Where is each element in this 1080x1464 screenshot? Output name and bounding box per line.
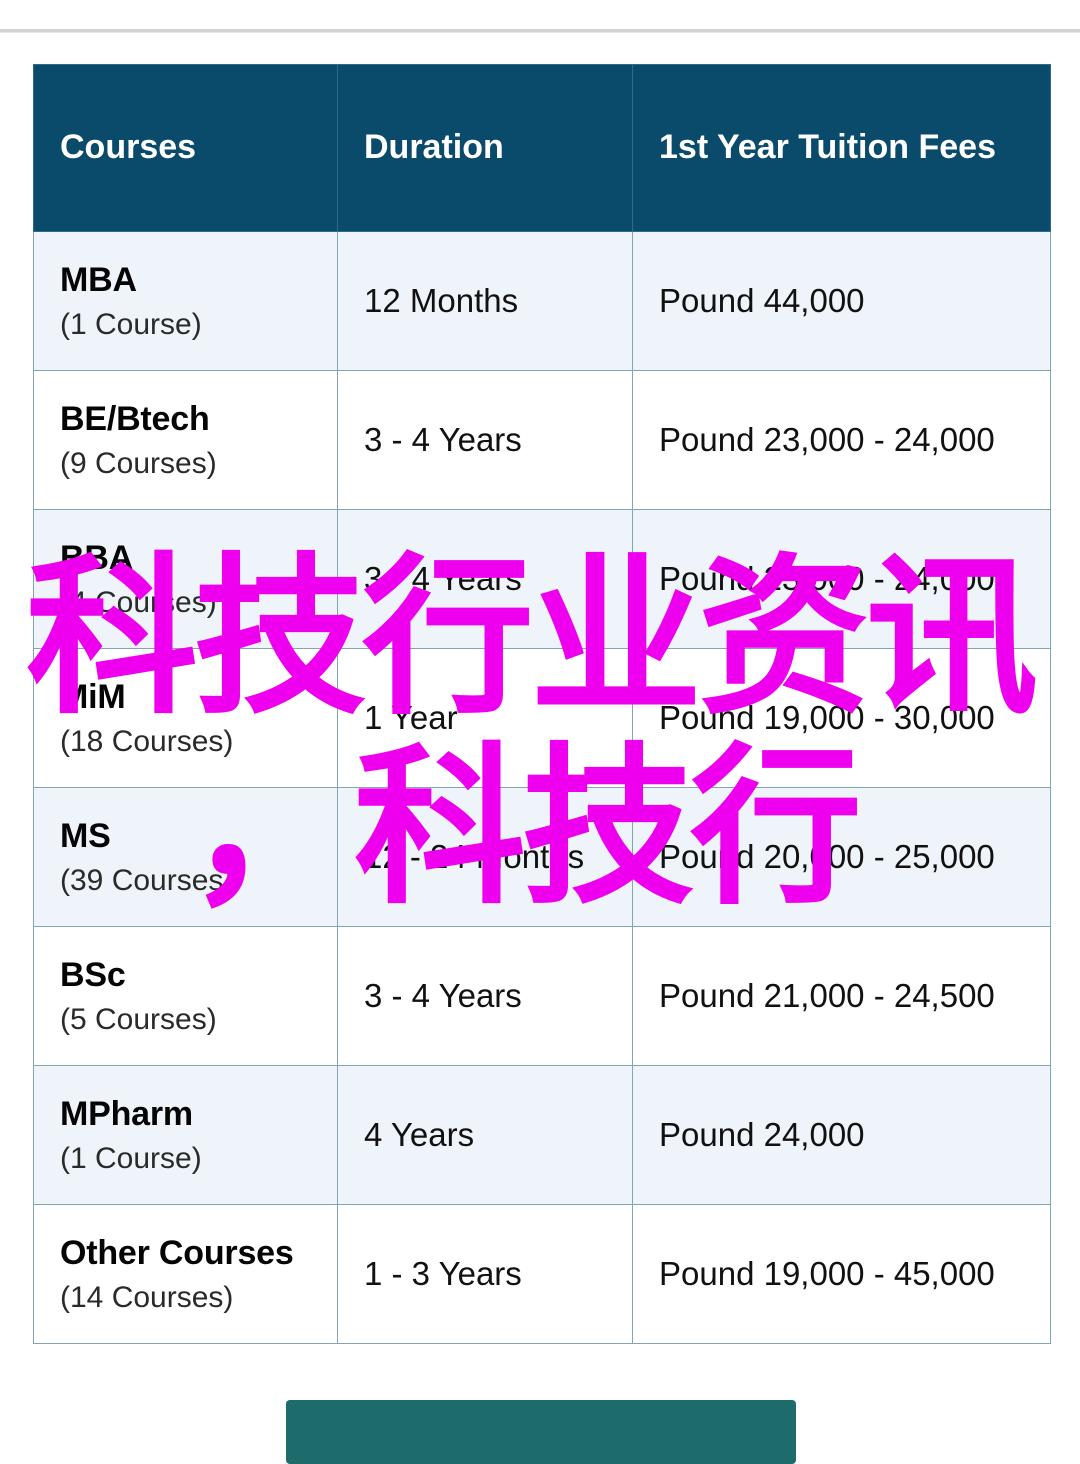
cell-course: MPharm (1 Course): [33, 1065, 338, 1205]
cell-duration: 12 Months: [337, 231, 633, 371]
tuition-fee-value: Pound 23,000 - 24,000: [659, 420, 995, 458]
cell-tuition-fees: Pound 20,000 - 25,000: [632, 787, 1051, 927]
cell-course: Other Courses (14 Courses): [33, 1204, 338, 1344]
cell-duration: 3 - 4 Years: [337, 370, 633, 510]
cell-tuition-fees: Pound 19,000 - 45,000: [632, 1204, 1051, 1344]
course-count: (39 Courses): [60, 863, 234, 897]
cell-tuition-fees: Pound 44,000: [632, 231, 1051, 371]
course-name: Other Courses: [60, 1234, 294, 1273]
course-count: (14 Courses): [60, 1280, 234, 1314]
cell-course: MiM (18 Courses): [33, 648, 338, 788]
tuition-fee-value: Pound 21,000 - 24,500: [659, 976, 995, 1014]
course-name: MiM: [60, 678, 126, 717]
cell-duration: 4 Years: [337, 1065, 633, 1205]
column-header-duration: Duration: [337, 64, 633, 232]
course-count: (1 Course): [60, 307, 202, 341]
duration-value: 3 - 4 Years: [364, 420, 522, 458]
table-row: BSc (5 Courses) 3 - 4 Years Pound 21,000 - …: [33, 926, 1051, 1066]
table-row: MiM (18 Courses) 1 Year Pound 19,000 - 30,0…: [33, 648, 1051, 788]
duration-value: 1 Year: [364, 698, 458, 736]
course-fees-table-container: Courses Duration 1st Year Tuition Fees M…: [33, 64, 1051, 1344]
duration-value: 3 - 4 Years: [364, 976, 522, 1014]
course-count: (9 Courses): [60, 446, 217, 480]
duration-value: 1 - 3 Years: [364, 1254, 522, 1292]
column-header-courses: Courses: [33, 64, 338, 232]
duration-value: 4 Years: [364, 1115, 475, 1153]
cell-duration: 3 - 4 Years: [337, 926, 633, 1066]
bottom-action-bar[interactable]: [286, 1400, 796, 1464]
cell-tuition-fees: Pound 23,000 - 24,000: [632, 370, 1051, 510]
table-row: BBA (4 Courses) 3 - 4 Years Pound 23,000 - …: [33, 509, 1051, 649]
table-header-row: Courses Duration 1st Year Tuition Fees: [33, 64, 1051, 232]
cell-course: MS (39 Courses): [33, 787, 338, 927]
cell-tuition-fees: Pound 23,000 - 24,000: [632, 509, 1051, 649]
course-name: MS: [60, 817, 111, 856]
table-row: MBA (1 Course) 12 Months Pound 44,000: [33, 231, 1051, 371]
tuition-fee-value: Pound 44,000: [659, 281, 865, 319]
cell-tuition-fees: Pound 19,000 - 30,000: [632, 648, 1051, 788]
cell-duration: 1 - 3 Years: [337, 1204, 633, 1344]
duration-value: 12 Months: [364, 281, 519, 319]
column-header-tuition-fees: 1st Year Tuition Fees: [632, 64, 1051, 232]
course-count: (1 Course): [60, 1141, 202, 1175]
tuition-fee-value: Pound 20,000 - 25,000: [659, 837, 995, 875]
course-fees-table: Courses Duration 1st Year Tuition Fees M…: [33, 64, 1051, 1344]
tuition-fee-value: Pound 24,000: [659, 1115, 865, 1153]
page-top-divider: [0, 29, 1080, 33]
cell-course: BBA (4 Courses): [33, 509, 338, 649]
course-name: BBA: [60, 539, 134, 578]
cell-tuition-fees: Pound 24,000: [632, 1065, 1051, 1205]
cell-course: BE/Btech (9 Courses): [33, 370, 338, 510]
course-name: MBA: [60, 261, 137, 300]
duration-value: 3 - 4 Years: [364, 559, 522, 597]
course-count: (4 Courses): [60, 585, 217, 619]
table-row: BE/Btech (9 Courses) 3 - 4 Years Pound 23,0…: [33, 370, 1051, 510]
cell-tuition-fees: Pound 21,000 - 24,500: [632, 926, 1051, 1066]
table-row: MS (39 Courses) 12 - 24 Months Pound 20,000…: [33, 787, 1051, 927]
table-row: Other Courses (14 Courses) 1 - 3 Years Poun…: [33, 1204, 1051, 1344]
tuition-fee-value: Pound 23,000 - 24,000: [659, 559, 995, 597]
cell-duration: 3 - 4 Years: [337, 509, 633, 649]
cell-course: MBA (1 Course): [33, 231, 338, 371]
tuition-fee-value: Pound 19,000 - 30,000: [659, 698, 995, 736]
course-count: (18 Courses): [60, 724, 234, 758]
tuition-fee-value: Pound 19,000 - 45,000: [659, 1254, 995, 1292]
course-name: BE/Btech: [60, 400, 210, 439]
table-row: MPharm (1 Course) 4 Years Pound 24,000: [33, 1065, 1051, 1205]
cell-duration: 1 Year: [337, 648, 633, 788]
table-body: MBA (1 Course) 12 Months Pound 44,000 BE/Bte…: [33, 231, 1051, 1344]
duration-value: 12 - 24 Months: [364, 837, 585, 875]
cell-course: BSc (5 Courses): [33, 926, 338, 1066]
cell-duration: 12 - 24 Months: [337, 787, 633, 927]
table-header: Courses Duration 1st Year Tuition Fees: [33, 64, 1051, 232]
course-name: MPharm: [60, 1095, 193, 1134]
course-name: BSc: [60, 956, 126, 995]
course-count: (5 Courses): [60, 1002, 217, 1036]
